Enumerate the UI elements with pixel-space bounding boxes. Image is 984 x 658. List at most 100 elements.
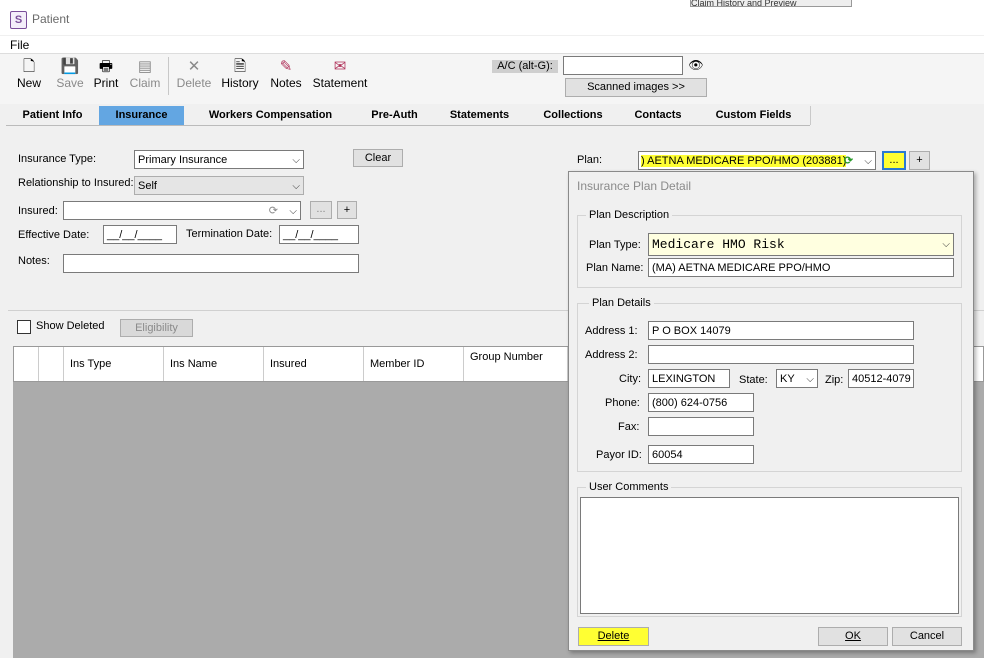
insured-lookup-button[interactable]: ... (310, 201, 332, 219)
city-input[interactable]: LEXINGTON (648, 369, 730, 388)
grid-col-member-id[interactable]: Member ID (364, 347, 464, 381)
eligibility-button[interactable]: Eligibility (120, 319, 193, 337)
ac-label: A/C (alt-G): (492, 60, 558, 73)
background-window-tab[interactable]: Claim History and Preview (690, 0, 852, 7)
tab-workers-compensation[interactable]: Workers Compensation (184, 106, 358, 125)
dialog-title: Insurance Plan Detail (577, 179, 692, 193)
zip-input[interactable]: 40512-4079 (848, 369, 914, 388)
fax-input[interactable] (648, 417, 754, 436)
refresh-icon[interactable]: ⟳ (844, 152, 853, 169)
fax-label: Fax: (618, 421, 640, 433)
clear-button[interactable]: Clear (353, 149, 403, 167)
termination-date-input[interactable]: __/__/____ (279, 225, 359, 244)
printer-icon: 🖶 (98, 58, 114, 75)
history-button[interactable]: 🗎 History (219, 58, 261, 94)
user-comments-legend: User Comments (586, 481, 672, 493)
address1-input[interactable]: P O BOX 14079 (648, 321, 914, 340)
plan-name-input[interactable]: (MA) AETNA MEDICARE PPO/HMO (648, 258, 954, 277)
print-button[interactable]: 🖶 Print (91, 58, 121, 94)
chevron-down-icon: ⌵ (289, 206, 297, 217)
plan-details-legend: Plan Details (589, 297, 654, 309)
tab-collections[interactable]: Collections (527, 106, 620, 125)
grid-col-group-number[interactable]: Group Number (464, 347, 568, 381)
chevron-down-icon: ⌵ (864, 156, 872, 167)
tab-patient-info[interactable]: Patient Info (6, 106, 100, 125)
plan-description-legend: Plan Description (586, 209, 673, 221)
address1-label: Address 1: (585, 325, 638, 337)
statement-icon: ✉ (333, 58, 347, 75)
notes-label: Notes: (18, 255, 50, 267)
ac-input[interactable] (563, 56, 683, 75)
grid-col-ins-name[interactable]: Ins Name (164, 347, 264, 381)
tab-statements[interactable]: Statements (432, 106, 528, 125)
new-document-icon: 🗋 (22, 58, 36, 75)
statement-button[interactable]: ✉ Statement (310, 58, 370, 94)
plus-icon: + (343, 204, 351, 216)
insured-add-button[interactable]: + (337, 201, 357, 219)
state-label: State: (739, 374, 768, 386)
grid-col-selector[interactable] (14, 347, 39, 381)
plan-detail-button[interactable]: ... (882, 151, 906, 170)
insurance-type-label: Insurance Type: (18, 153, 97, 165)
binoculars-icon[interactable]: 👁 (686, 57, 706, 73)
plan-type-select[interactable]: Medicare HMO Risk ⌵ (648, 233, 954, 256)
refresh-icon[interactable]: ⟳ (269, 202, 278, 219)
save-icon: 💾 (60, 58, 80, 75)
notes-button[interactable]: ✎ Notes (268, 58, 304, 94)
menu-bar (0, 36, 984, 53)
zip-label: Zip: (825, 374, 844, 386)
insured-label: Insured: (18, 205, 58, 217)
delete-x-icon: ✕ (187, 58, 201, 75)
plus-icon: + (916, 154, 923, 166)
ok-button[interactable]: OK (818, 627, 888, 646)
effective-date-input[interactable]: __/__/____ (103, 225, 177, 244)
save-button[interactable]: 💾 Save (55, 58, 85, 94)
termination-date-label: Termination Date: (186, 228, 273, 240)
user-comments-textarea[interactable] (580, 497, 959, 614)
relationship-select[interactable]: Self ⌵ (134, 176, 304, 195)
scanned-images-button[interactable]: Scanned images >> (565, 78, 707, 97)
delete-button[interactable]: ✕ Delete (174, 58, 214, 94)
address2-label: Address 2: (585, 349, 638, 361)
tab-custom-fields[interactable]: Custom Fields (697, 106, 811, 125)
claim-button[interactable]: ▤ Claim (127, 58, 163, 94)
toolbar-separator (168, 57, 169, 95)
notes-input[interactable] (63, 254, 359, 273)
title-bar (0, 7, 984, 35)
chevron-down-icon: ⌵ (806, 374, 814, 385)
chevron-down-icon: ⌵ (292, 181, 300, 192)
tab-contacts[interactable]: Contacts (619, 106, 698, 125)
plan-name-label: Plan Name: (586, 262, 644, 274)
show-deleted-checkbox[interactable] (17, 320, 31, 334)
chevron-down-icon: ⌵ (292, 155, 300, 166)
cancel-button[interactable]: Cancel (892, 627, 962, 646)
app-logo-icon: S (10, 11, 27, 29)
show-deleted-label: Show Deleted (36, 320, 105, 332)
menu-file[interactable]: File (10, 38, 29, 52)
claim-icon: ▤ (137, 58, 153, 75)
delete-plan-button[interactable]: Delete (578, 627, 649, 646)
notes-icon: ✎ (279, 58, 293, 75)
plan-select[interactable]: ) AETNA MEDICARE PPO/HMO (203881) ⟳ ⌵ (638, 151, 876, 170)
chevron-down-icon: ⌵ (942, 239, 950, 250)
tab-pre-auth[interactable]: Pre-Auth (357, 106, 433, 125)
insurance-type-select[interactable]: Primary Insurance ⌵ (134, 150, 304, 169)
relationship-label: Relationship to Insured: (18, 177, 134, 189)
city-label: City: (619, 373, 641, 385)
plan-add-button[interactable]: + (909, 151, 930, 170)
state-select[interactable]: KY ⌵ (776, 369, 818, 388)
phone-label: Phone: (605, 397, 640, 409)
new-button[interactable]: 🗋 New (14, 58, 44, 94)
grid-col-ins-type[interactable]: Ins Type (64, 347, 164, 381)
grid-col-flag[interactable] (39, 347, 64, 381)
effective-date-label: Effective Date: (18, 229, 90, 241)
payor-id-input[interactable]: 60054 (648, 445, 754, 464)
address2-input[interactable] (648, 345, 914, 364)
insured-select[interactable]: ⟳ ⌵ (63, 201, 301, 220)
tab-insurance[interactable]: Insurance (99, 106, 185, 125)
phone-input[interactable]: (800) 624-0756 (648, 393, 754, 412)
grid-col-insured[interactable]: Insured (264, 347, 364, 381)
plan-type-label: Plan Type: (589, 239, 641, 251)
plan-label: Plan: (577, 154, 603, 166)
history-icon: 🗎 (233, 58, 247, 75)
